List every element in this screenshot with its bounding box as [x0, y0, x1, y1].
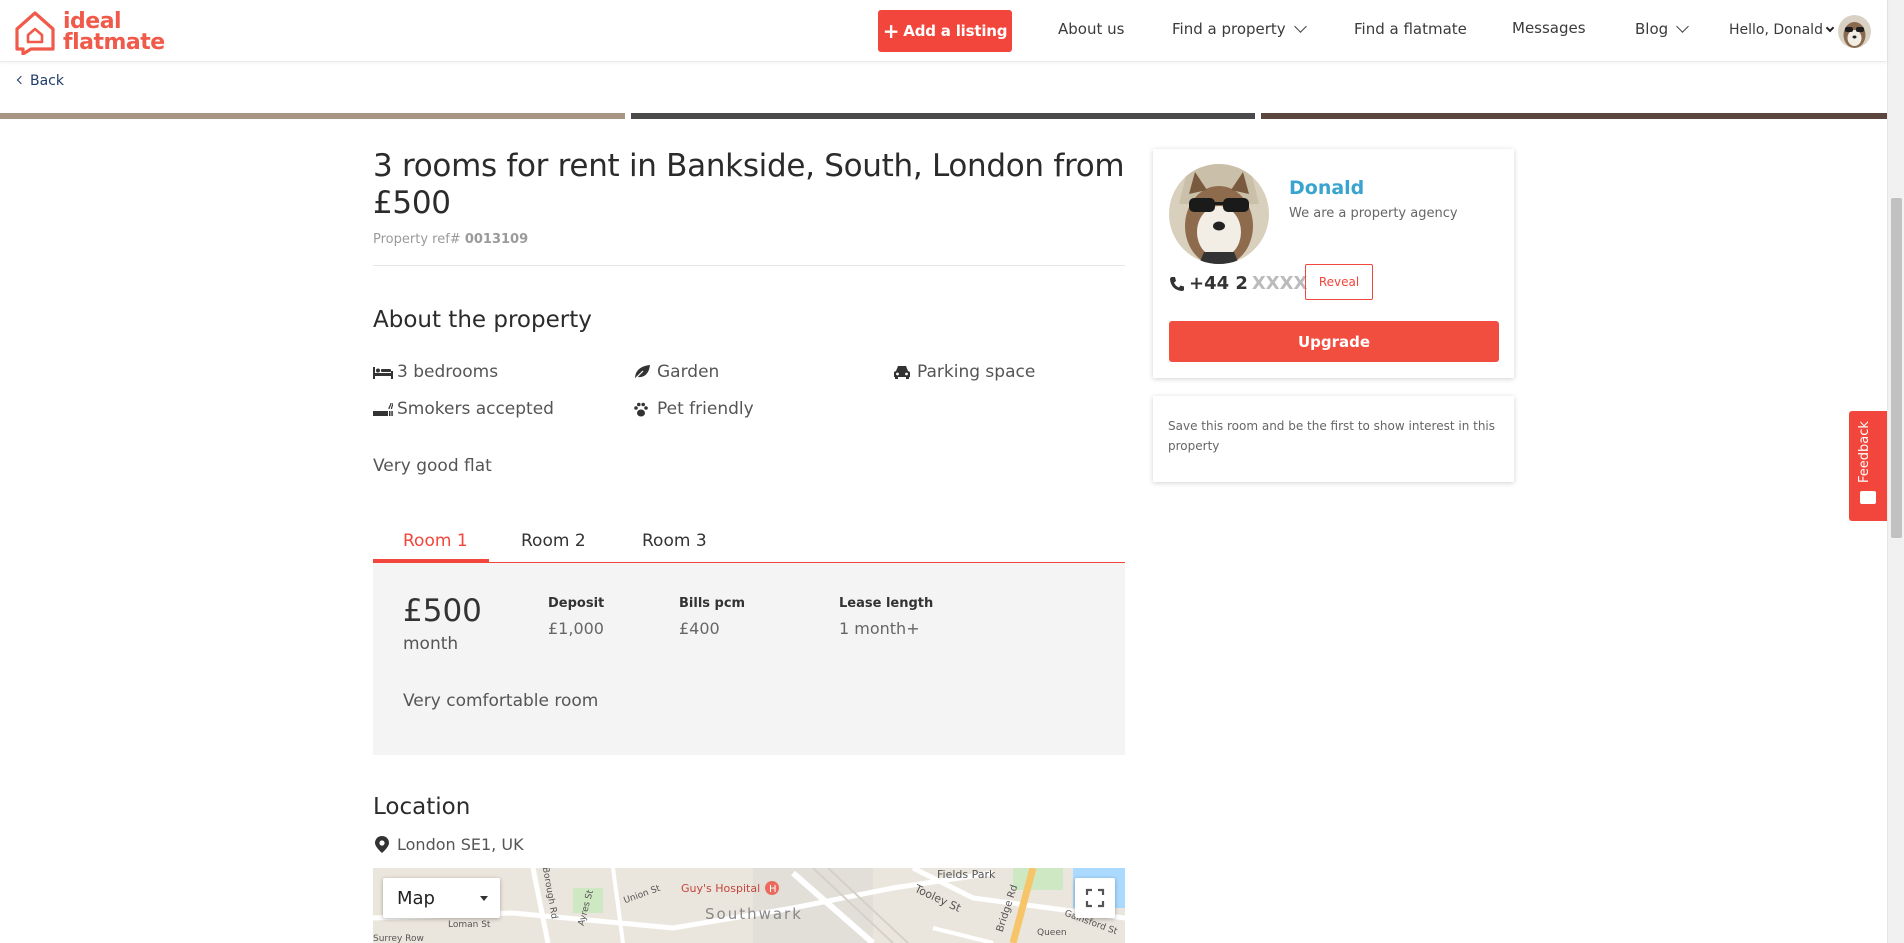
scrollbar-thumb[interactable] [1891, 198, 1902, 538]
room-tabs: Room 1 Room 2 Room 3 [373, 528, 1125, 563]
tab-room-1[interactable]: Room 1 [403, 531, 468, 551]
room-description: Very comfortable room [403, 691, 599, 711]
user-avatar[interactable] [1838, 15, 1871, 48]
page-scrollbar[interactable] [1887, 0, 1904, 943]
feedback-face-icon [1860, 491, 1876, 504]
lease-label: Lease length [839, 596, 934, 611]
room-details-panel: £500 month Deposit £1,000 Bills pcm £400… [373, 563, 1125, 755]
chevron-down-icon [1676, 20, 1690, 33]
feature-pets: Pet friendly [633, 399, 754, 419]
ideal-flatmate-logo[interactable]: ideal flatmate [13, 9, 173, 55]
agent-name[interactable]: Donald [1289, 177, 1364, 199]
feature-garden: Garden [633, 362, 719, 382]
listing-title: 3 rooms for rent in Bankside, South, Lon… [373, 148, 1125, 221]
agent-avatar[interactable] [1169, 164, 1269, 264]
property-description: Very good flat [373, 456, 492, 476]
bills-value: £400 [679, 619, 720, 638]
map-label-surrey-row: Surrey Row [373, 934, 424, 943]
agent-phone: +44 2 XXXX [1169, 273, 1307, 294]
location-address: London SE1, UK [375, 835, 524, 854]
cigarette-icon [373, 401, 395, 417]
lease-value: 1 month+ [839, 619, 920, 638]
reveal-phone-button[interactable]: Reveal [1305, 264, 1373, 300]
map-label-loman-st: Loman St [448, 920, 491, 930]
divider [373, 265, 1125, 266]
fullscreen-icon [1085, 888, 1105, 908]
back-link[interactable]: Back [16, 73, 64, 89]
user-menu[interactable]: Hello, Donald [1729, 22, 1835, 38]
save-room-note: Save this room and be the first to show … [1168, 419, 1496, 453]
feature-parking: Parking space [893, 362, 1035, 382]
chevron-down-icon [1293, 20, 1307, 33]
dog-avatar-icon [1838, 15, 1871, 48]
location-map[interactable]: H Fields Park Guy's Hospital Southwark T… [373, 868, 1125, 943]
about-heading: About the property [373, 307, 592, 333]
nav-blog[interactable]: Blog [1635, 20, 1690, 38]
car-icon [893, 364, 915, 380]
feature-smokers: Smokers accepted [373, 399, 554, 419]
nav-find-flatmate[interactable]: Find a flatmate [1354, 20, 1467, 38]
bills-label: Bills pcm [679, 596, 746, 611]
feedback-label: Feedback [1857, 421, 1872, 483]
feature-bedrooms: 3 bedrooms [373, 362, 498, 382]
map-fullscreen-button[interactable] [1075, 878, 1115, 918]
feedback-tab[interactable]: Feedback [1849, 411, 1887, 521]
agent-card: Donald We are a property agency +44 2 XXX… [1153, 149, 1514, 378]
nav-about-us[interactable]: About us [1058, 20, 1124, 38]
tab-room-3[interactable]: Room 3 [642, 531, 707, 551]
add-listing-button[interactable]: + Add a listing [878, 10, 1012, 52]
map-label-queen: Queen [1037, 928, 1067, 938]
dog-avatar-icon [1169, 164, 1269, 264]
caret-down-icon [480, 896, 488, 901]
paw-icon [633, 401, 655, 417]
logo-wordmark: ideal flatmate [63, 9, 165, 55]
chevron-left-icon [16, 75, 26, 85]
deposit-label: Deposit [548, 596, 605, 611]
top-navbar: ideal flatmate + Add a listing About us … [0, 0, 1887, 62]
caret-down-icon [1825, 23, 1835, 33]
add-listing-label: Add a listing [903, 22, 1008, 40]
svg-text:H: H [769, 884, 777, 895]
upgrade-button[interactable]: Upgrade [1169, 321, 1499, 362]
location-heading: Location [373, 794, 471, 820]
photo-gallery-strip[interactable] [0, 113, 1887, 119]
save-room-card: Save this room and be the first to show … [1153, 396, 1514, 482]
agent-tagline: We are a property agency [1289, 206, 1458, 221]
map-type-select[interactable]: Map [383, 878, 500, 918]
leaf-icon [633, 364, 655, 380]
map-label-fields-park: Fields Park [937, 868, 996, 881]
plus-icon: + [882, 19, 900, 43]
room-price: £500 [403, 593, 482, 629]
house-chat-icon [15, 11, 55, 55]
map-label-southwark: Southwark [705, 905, 803, 923]
property-ref: Property ref# 0013109 [373, 232, 529, 247]
nav-find-property[interactable]: Find a property [1172, 20, 1307, 38]
deposit-value: £1,000 [548, 619, 604, 638]
room-price-period: month [403, 634, 459, 654]
map-label-guys-hospital: Guy's Hospital [681, 882, 761, 895]
map-pin-icon [375, 836, 389, 853]
bed-icon [373, 364, 395, 380]
tab-room-2[interactable]: Room 2 [521, 531, 586, 551]
phone-icon [1170, 276, 1184, 291]
nav-messages[interactable]: Messages [1512, 19, 1586, 37]
